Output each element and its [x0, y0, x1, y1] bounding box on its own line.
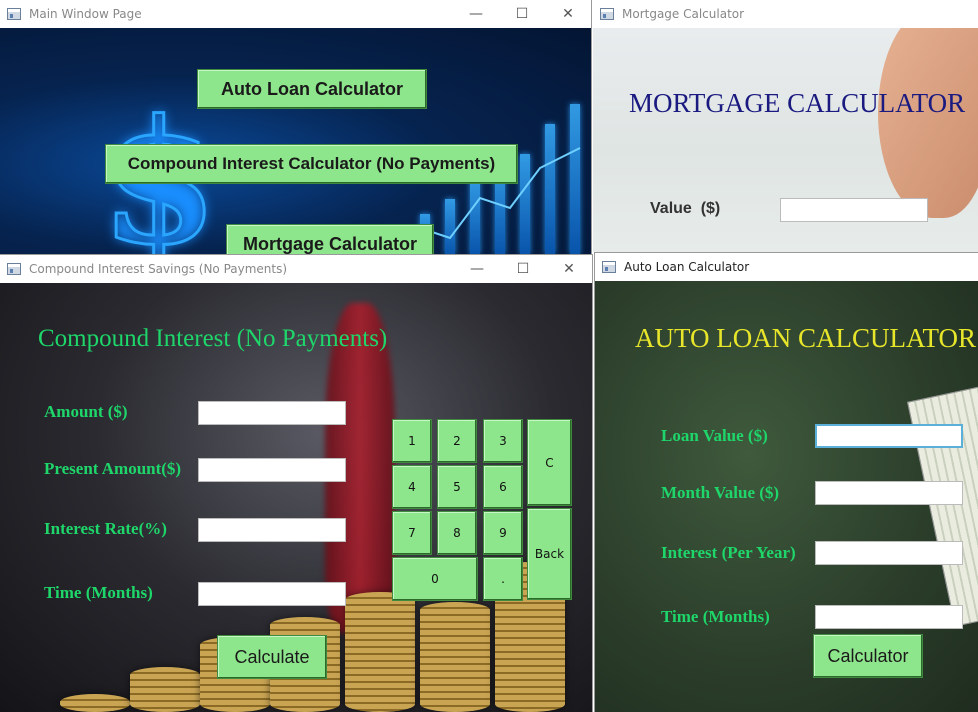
app-icon [7, 8, 21, 20]
amount-field[interactable] [198, 401, 346, 425]
mortgage-window-titlebar[interactable]: Mortgage Calculator [593, 0, 978, 28]
present-amount-label: Present Amount($) [44, 459, 182, 478]
main-window: Main Window Page — ☐ ✕ $ Auto Loan Calcu… [0, 0, 592, 254]
window-title: Main Window Page [29, 7, 142, 21]
month-value-field[interactable] [815, 481, 963, 505]
keypad-7-button[interactable]: 7 [392, 511, 432, 555]
time-months-field[interactable] [815, 605, 963, 629]
calculate-button[interactable]: Calculate [217, 635, 327, 679]
time-months-field[interactable] [198, 582, 346, 606]
compound-window-content: Compound Interest (No Payments) Amount (… [0, 283, 592, 712]
keypad-3-button[interactable]: 3 [483, 419, 523, 463]
present-amount-field[interactable] [198, 458, 346, 482]
window-title: Compound Interest Savings (No Payments) [29, 262, 288, 276]
time-months-label: Time (Months) [44, 583, 153, 602]
month-value-label: Month Value ($) [661, 483, 780, 502]
app-icon [602, 261, 616, 273]
mortgage-window: Mortgage Calculator MORTGAGE CALCULATOR … [593, 0, 978, 252]
calculator-button[interactable]: Calculator [813, 634, 923, 678]
window-title: Auto Loan Calculator [624, 260, 750, 274]
close-button[interactable]: ✕ [545, 0, 591, 28]
keypad-decimal-button[interactable]: . [483, 557, 523, 601]
auto-loan-window: Auto Loan Calculator AUTO LOAN CALCULATO… [594, 252, 978, 712]
interest-per-year-field[interactable] [815, 541, 963, 565]
auto-loan-calculator-button[interactable]: Auto Loan Calculator [197, 69, 427, 109]
hand-graphic [878, 28, 978, 218]
minimize-button[interactable]: — [454, 255, 500, 283]
coin-stack-graphic [60, 694, 130, 712]
value-field[interactable] [780, 198, 928, 222]
close-button[interactable]: ✕ [546, 255, 592, 283]
maximize-button[interactable]: ☐ [500, 255, 546, 283]
minimize-button[interactable]: — [453, 0, 499, 28]
auto-loan-window-titlebar[interactable]: Auto Loan Calculator [595, 253, 978, 281]
auto-loan-window-content: AUTO LOAN CALCULATOR Loan Value ($) Mont… [595, 281, 978, 712]
keypad-6-button[interactable]: 6 [483, 465, 523, 509]
keypad-4-button[interactable]: 4 [392, 465, 432, 509]
compound-window-titlebar[interactable]: Compound Interest Savings (No Payments) … [0, 255, 592, 283]
time-months-label: Time (Months) [661, 607, 770, 626]
keypad-8-button[interactable]: 8 [437, 511, 477, 555]
main-window-content: $ Auto Loan Calculator Compound Interest… [0, 28, 591, 254]
maximize-button[interactable]: ☐ [499, 0, 545, 28]
keypad-9-button[interactable]: 9 [483, 511, 523, 555]
keypad-back-button[interactable]: Back [527, 508, 572, 600]
compound-interest-calculator-button[interactable]: Compound Interest Calculator (No Payment… [105, 144, 518, 184]
keypad-5-button[interactable]: 5 [437, 465, 477, 509]
app-icon [7, 263, 21, 275]
mortgage-calculator-button[interactable]: Mortgage Calculator [226, 224, 434, 254]
main-window-titlebar[interactable]: Main Window Page — ☐ ✕ [0, 0, 591, 28]
cash-graphic [906, 385, 978, 627]
interest-per-year-label: Interest (Per Year) [661, 543, 796, 562]
coin-stack-graphic [345, 592, 415, 712]
auto-loan-heading: AUTO LOAN CALCULATOR [635, 323, 977, 353]
coin-stack-graphic [130, 667, 200, 712]
interest-rate-label: Interest Rate(%) [44, 519, 167, 538]
mortgage-window-content: MORTGAGE CALCULATOR Value ($) [593, 28, 978, 252]
amount-label: Amount ($) [44, 402, 128, 421]
window-title: Mortgage Calculator [622, 7, 745, 21]
compound-interest-window: Compound Interest Savings (No Payments) … [0, 254, 593, 712]
interest-rate-field[interactable] [198, 518, 346, 542]
coin-stack-graphic [420, 602, 490, 712]
value-label: Value ($) [650, 200, 721, 217]
keypad-1-button[interactable]: 1 [392, 419, 432, 463]
compound-heading: Compound Interest (No Payments) [38, 325, 388, 352]
mortgage-heading: MORTGAGE CALCULATOR [629, 88, 966, 118]
keypad-clear-button[interactable]: C [527, 419, 572, 506]
loan-value-label: Loan Value ($) [661, 426, 768, 445]
keypad-0-button[interactable]: 0 [392, 557, 478, 601]
app-icon [600, 8, 614, 20]
keypad-2-button[interactable]: 2 [437, 419, 477, 463]
loan-value-field[interactable] [815, 424, 963, 448]
